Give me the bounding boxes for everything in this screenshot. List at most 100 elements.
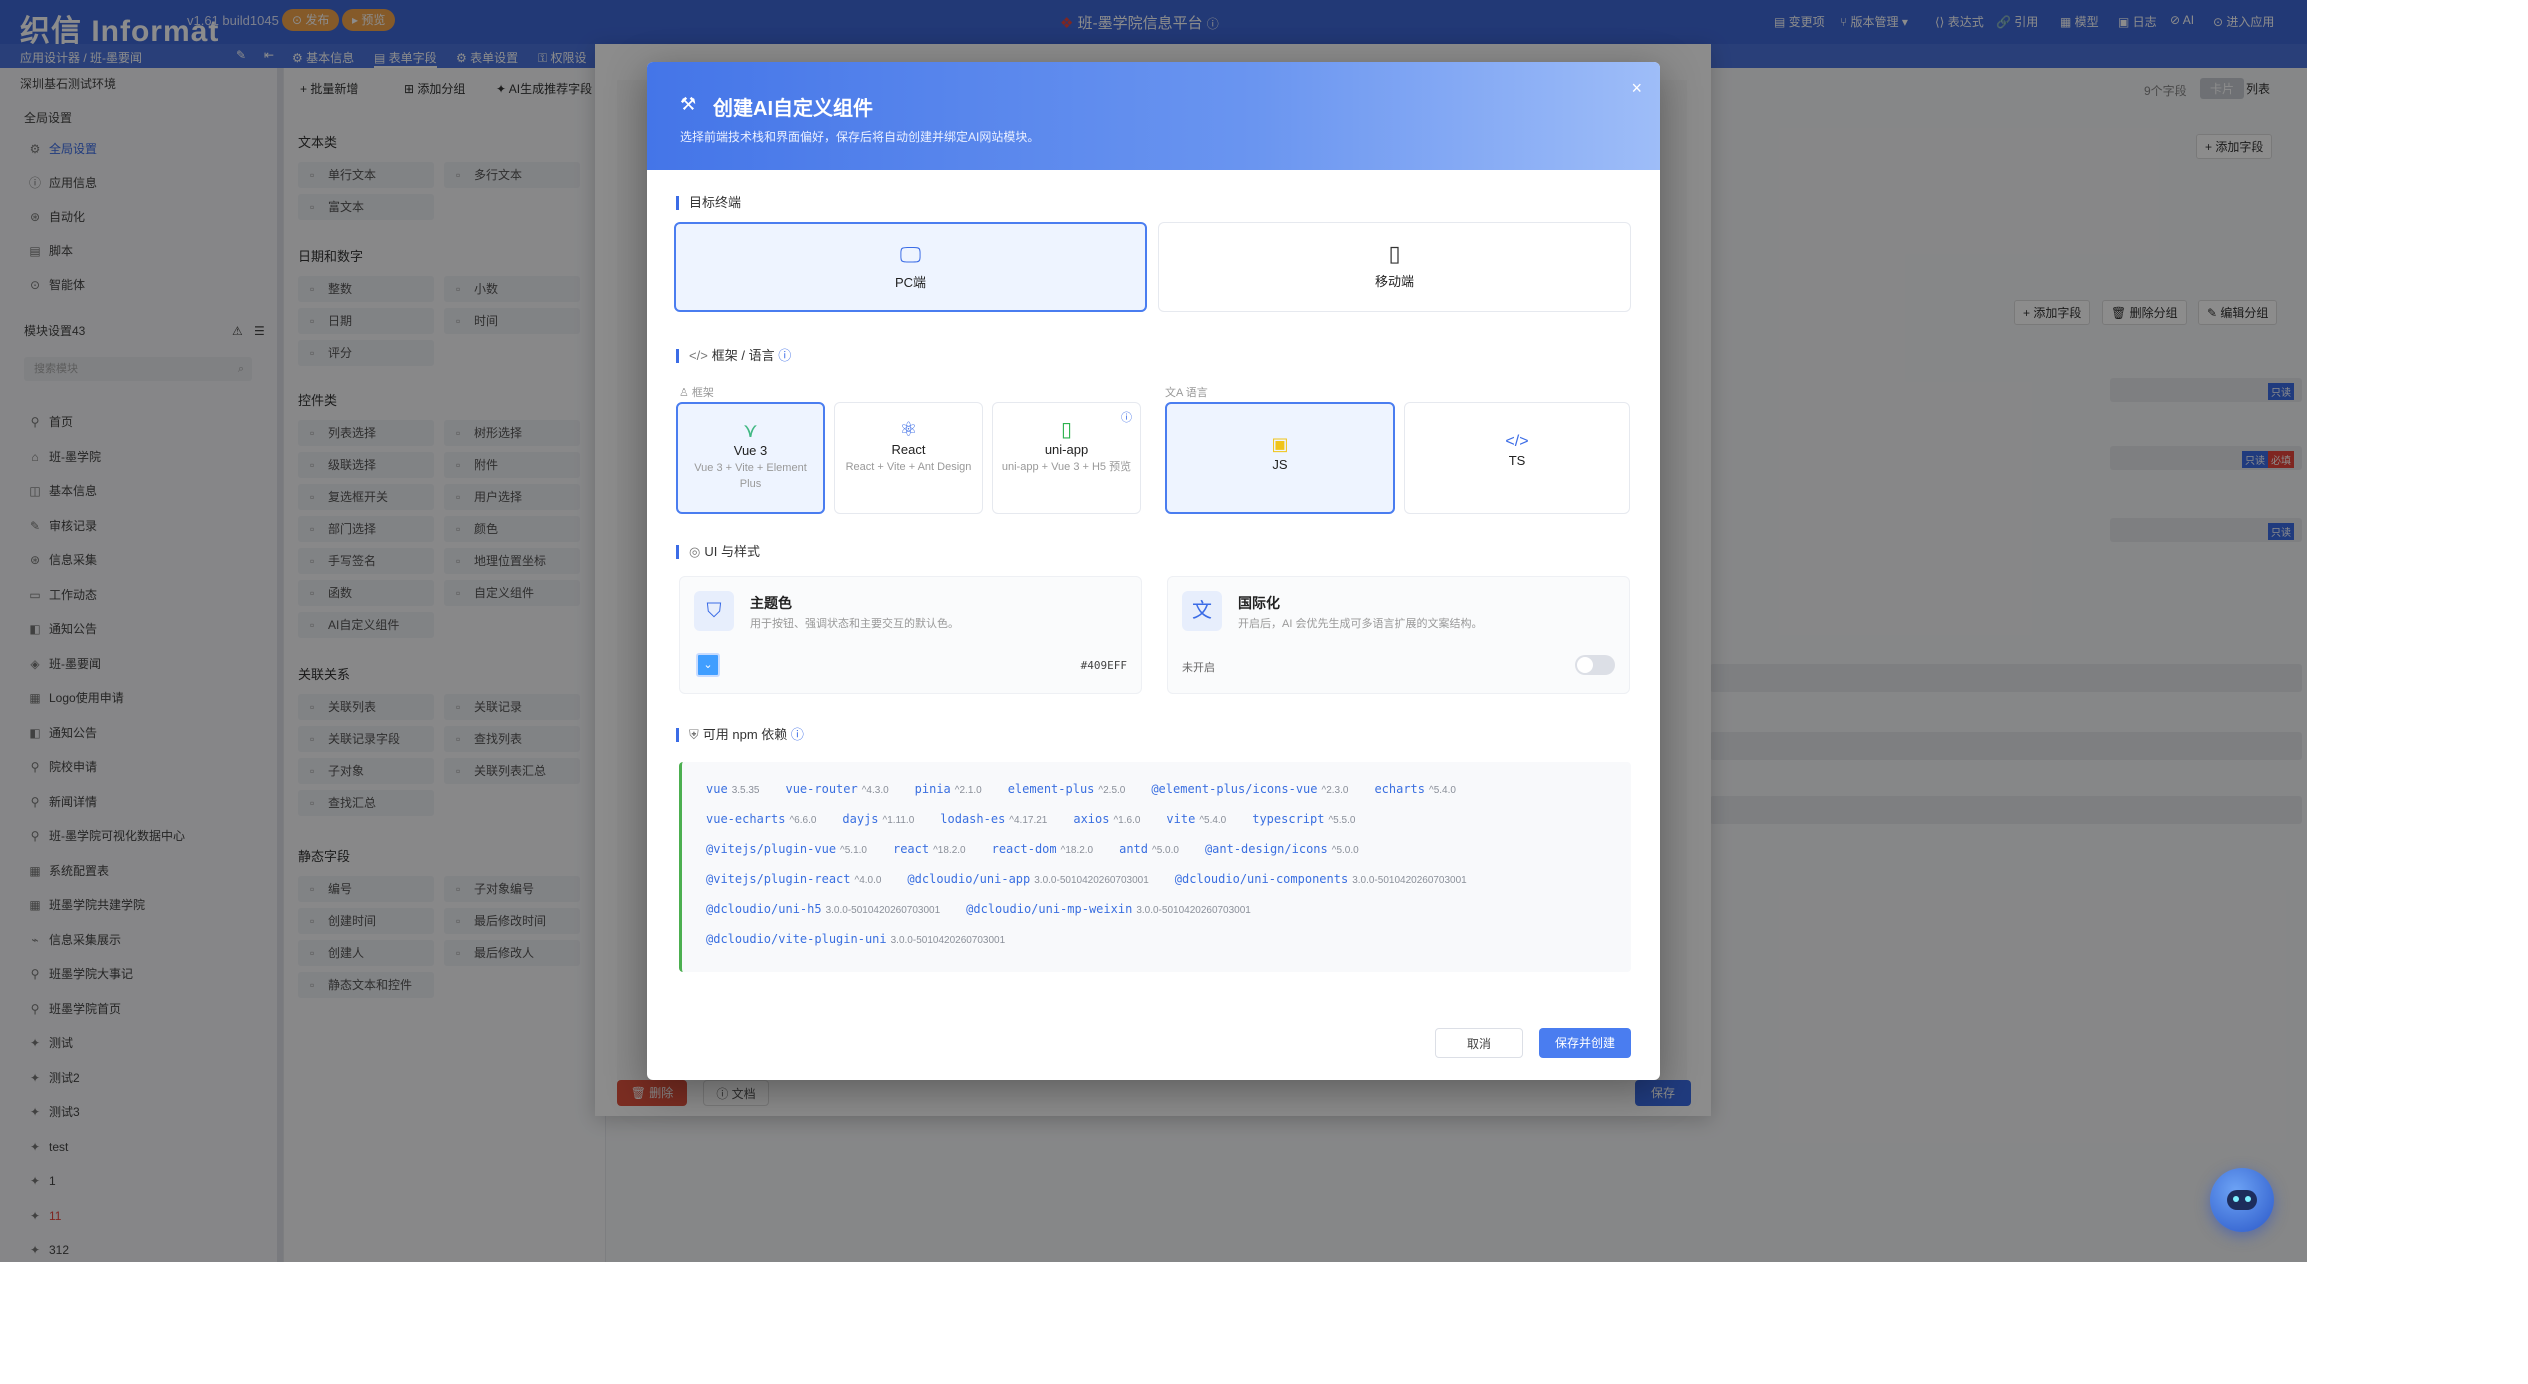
package-name: react-dom: [991, 842, 1057, 856]
modal-subtitle: 选择前端技术栈和界面偏好，保存后将自动创建并绑定AI网站模块。: [680, 130, 1040, 144]
npm-package: @dcloudio/uni-components 3.0.0-5010420260…: [1175, 872, 1467, 886]
npm-package: lodash-es ^4.17.21: [940, 812, 1047, 826]
theme-color-card: ⛉ 主题色 用于按钮、强调状态和主要交互的默认色。 ⌄ #409EFF: [679, 576, 1142, 694]
package-version: 3.0.0-5010420260703001: [1034, 875, 1149, 886]
target-pc-card[interactable]: 🖵 PC端: [674, 222, 1147, 312]
package-version: ^6.6.0: [789, 815, 817, 826]
paint-roller-icon: ⛉: [694, 591, 734, 631]
npm-package: vue-echarts ^6.6.0: [706, 812, 816, 826]
package-version: ^5.0.0: [1152, 845, 1179, 856]
ai-assistant-robot-icon[interactable]: [2210, 1168, 2274, 1232]
close-icon[interactable]: ×: [1631, 78, 1642, 99]
uniapp-icon: ▯: [1060, 419, 1072, 441]
framework-desc: uni-app + Vue 3 + H5 预览: [1001, 461, 1132, 473]
help-icon[interactable]: ⓘ: [1121, 409, 1132, 425]
npm-package: vite ^5.4.0: [1166, 812, 1226, 826]
package-name: typescript: [1252, 812, 1325, 826]
package-version: 3.5.35: [731, 785, 760, 796]
language-name: TS: [1508, 453, 1526, 468]
modal-title: 创建AI自定义组件: [713, 98, 873, 120]
npm-package: vue 3.5.35: [706, 782, 760, 796]
help-icon[interactable]: ⓘ: [778, 348, 791, 363]
npm-package: @vitejs/plugin-react ^4.0.0: [706, 872, 881, 886]
npm-package: react ^18.2.0: [893, 842, 966, 856]
package-version: 3.0.0-5010420260703001: [1136, 905, 1251, 916]
package-version: ^4.0.0: [854, 875, 882, 886]
modal-header: ⚒ 创建AI自定义组件 选择前端技术栈和界面偏好，保存后将自动创建并绑定AI网站…: [647, 62, 1660, 170]
framework-name: uni-app: [1044, 442, 1089, 457]
app-window: 织信 Informat v1.61 build1045 ⊙ 发布 ▸ 预览 ❖ …: [0, 0, 2307, 1262]
target-mobile-card[interactable]: ▯ 移动端: [1158, 222, 1631, 312]
robot-face: [2227, 1190, 2257, 1210]
package-name: element-plus: [1007, 782, 1095, 796]
package-name: vue: [706, 782, 728, 796]
npm-package: @ant-design/icons ^5.0.0: [1205, 842, 1359, 856]
package-name: @element-plus/icons-vue: [1151, 782, 1318, 796]
i18n-card: 文 国际化 开启后，AI 会优先生成可多语言扩展的文案结构。 未开启: [1167, 576, 1630, 694]
npm-package: @dcloudio/uni-app 3.0.0-5010420260703001: [907, 872, 1148, 886]
package-version: ^18.2.0: [1060, 845, 1094, 856]
framework-uniapp-card[interactable]: ⓘ ▯ uni-app uni-app + Vue 3 + H5 预览: [992, 402, 1141, 514]
package-name: @vitejs/plugin-react: [706, 872, 851, 886]
framework-name: React: [891, 442, 926, 457]
code-icon: </>: [689, 348, 708, 363]
package-name: vite: [1166, 812, 1196, 826]
package-version: 3.0.0-5010420260703001: [825, 905, 941, 916]
npm-package: @dcloudio/vite-plugin-uni 3.0.0-501042026…: [706, 932, 1005, 946]
language-js-card[interactable]: ▣ JS: [1165, 402, 1395, 514]
translate-icon: 文: [1182, 591, 1222, 631]
package-version: ^2.3.0: [1321, 785, 1349, 796]
color-swatch[interactable]: ⌄: [696, 653, 720, 677]
package-version: 3.0.0-5010420260703001: [890, 935, 1006, 946]
palette-icon: ◎: [689, 544, 701, 559]
framework-react-card[interactable]: ⚛ React React + Vite + Ant Design: [834, 402, 983, 514]
create-ai-component-modal: ⚒ 创建AI自定义组件 选择前端技术栈和界面偏好，保存后将自动创建并绑定AI网站…: [647, 62, 1660, 1080]
target-label: PC端: [894, 275, 927, 290]
package-name: @dcloudio/uni-components: [1174, 872, 1349, 886]
package-version: ^2.1.0: [954, 785, 982, 796]
phone-icon: ▯: [1388, 241, 1401, 266]
framework-sub-label: ♙ 框架: [679, 387, 714, 399]
robot-eye: [2245, 1196, 2251, 1202]
package-version: ^5.5.0: [1328, 815, 1356, 826]
monitor-icon: 🖵: [899, 242, 922, 267]
i18n-toggle[interactable]: [1575, 655, 1615, 675]
npm-package: typescript ^5.5.0: [1252, 812, 1355, 826]
npm-package: @element-plus/icons-vue ^2.3.0: [1151, 782, 1348, 796]
code-icon: </>: [1505, 433, 1529, 450]
package-version: ^4.3.0: [861, 785, 889, 796]
package-name: antd: [1119, 842, 1149, 856]
npm-package: @dcloudio/uni-mp-weixin 3.0.0-50104202607…: [966, 902, 1251, 916]
package-version: ^5.4.0: [1199, 815, 1227, 826]
framework-section-title: </> 框架 / 语言 ⓘ: [676, 349, 791, 363]
npm-package: dayjs ^1.11.0: [842, 812, 914, 826]
theme-desc: 用于按钮、强调状态和主要交互的默认色。: [750, 618, 959, 630]
package-version: ^5.1.0: [840, 845, 867, 856]
package-name: dayjs: [842, 812, 879, 826]
language-ts-card[interactable]: </> TS: [1404, 402, 1630, 514]
package-version: ^5.4.0: [1429, 785, 1456, 796]
i18n-desc: 开启后，AI 会优先生成可多语言扩展的文案结构。: [1238, 618, 1483, 630]
language-sub-label: 文A 语言: [1165, 387, 1208, 399]
help-icon[interactable]: ⓘ: [791, 727, 804, 742]
framework-name: Vue 3: [733, 443, 768, 458]
vue-icon: ⋎: [743, 420, 758, 442]
package-name: vue-echarts: [706, 812, 786, 826]
section-label: UI 与样式: [704, 544, 760, 559]
framework-vue-card[interactable]: ⋎ Vue 3 Vue 3 + Vite + Element Plus: [676, 402, 825, 514]
package-name: @vitejs/plugin-vue: [706, 842, 837, 856]
npm-package-list: vue 3.5.35 vue-router ^4.3.0 pinia ^2.1.0 elem…: [679, 762, 1631, 972]
npm-package: @dcloudio/uni-h5 3.0.0-5010420260703001: [706, 902, 940, 916]
save-create-button[interactable]: 保存并创建: [1539, 1028, 1631, 1058]
framework-desc: React + Vite + Ant Design: [845, 461, 972, 473]
sub-label: 框架: [691, 387, 714, 399]
package-version: ^1.6.0: [1113, 815, 1141, 826]
npm-package: vue-router ^4.3.0: [785, 782, 888, 796]
package-name: vue-router: [785, 782, 858, 796]
package-name: pinia: [914, 782, 951, 796]
cancel-button[interactable]: 取消: [1435, 1028, 1523, 1058]
npm-package: pinia ^2.1.0: [915, 782, 982, 796]
shield-icon: ⛨: [689, 727, 699, 742]
package-version: ^18.2.0: [933, 845, 966, 856]
npm-package: axios ^1.6.0: [1073, 812, 1140, 826]
